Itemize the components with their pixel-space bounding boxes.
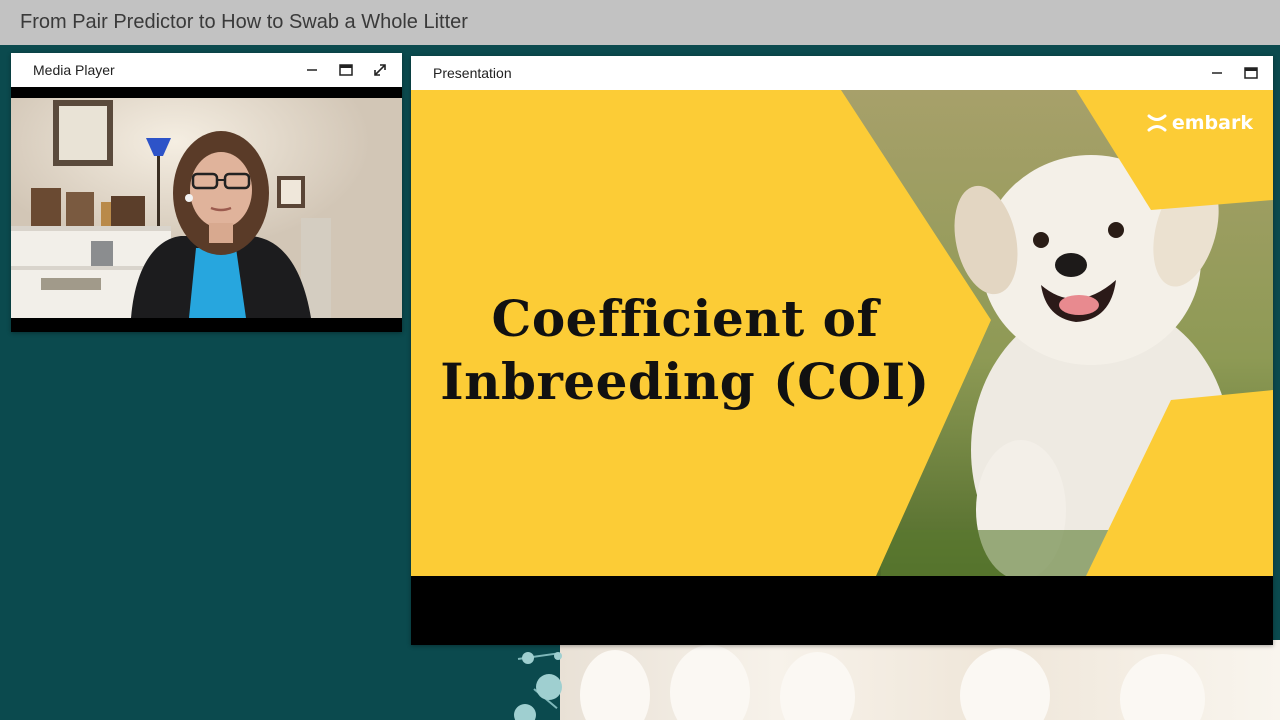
background-decoration bbox=[500, 640, 1280, 720]
speaker-video-image bbox=[11, 98, 402, 318]
slide-title-line-1: Coefficient of bbox=[491, 289, 879, 348]
media-player-title: Media Player bbox=[33, 62, 115, 78]
slide: Coefficient of Inbreeding (COI) embark bbox=[411, 90, 1273, 576]
presentation-window[interactable]: Presentation Coefficient of Inbreeding (… bbox=[411, 56, 1273, 645]
media-player-header: Media Player bbox=[11, 53, 402, 87]
app-title-bar: From Pair Predictor to How to Swab a Who… bbox=[0, 0, 1280, 45]
slide-title: Coefficient of Inbreeding (COI) bbox=[435, 288, 935, 413]
maximize-icon[interactable] bbox=[338, 62, 354, 78]
presentation-title: Presentation bbox=[433, 65, 512, 81]
maximize-icon[interactable] bbox=[1243, 65, 1259, 81]
embark-logo-icon bbox=[1147, 114, 1167, 132]
media-player-window[interactable]: Media Player bbox=[11, 53, 402, 332]
embark-logo-text: embark bbox=[1171, 112, 1253, 134]
presentation-header: Presentation bbox=[411, 56, 1273, 90]
minimize-icon[interactable] bbox=[304, 62, 320, 78]
video-feed[interactable] bbox=[11, 87, 402, 332]
minimize-icon[interactable] bbox=[1209, 65, 1225, 81]
slide-title-line-2: Inbreeding (COI) bbox=[440, 351, 930, 411]
expand-icon[interactable] bbox=[372, 62, 388, 78]
puppy-fur-image bbox=[560, 640, 1280, 720]
slide-viewport[interactable]: Coefficient of Inbreeding (COI) embark bbox=[411, 90, 1273, 645]
embark-logo: embark bbox=[1146, 112, 1253, 134]
app-title: From Pair Predictor to How to Swab a Who… bbox=[20, 11, 468, 33]
